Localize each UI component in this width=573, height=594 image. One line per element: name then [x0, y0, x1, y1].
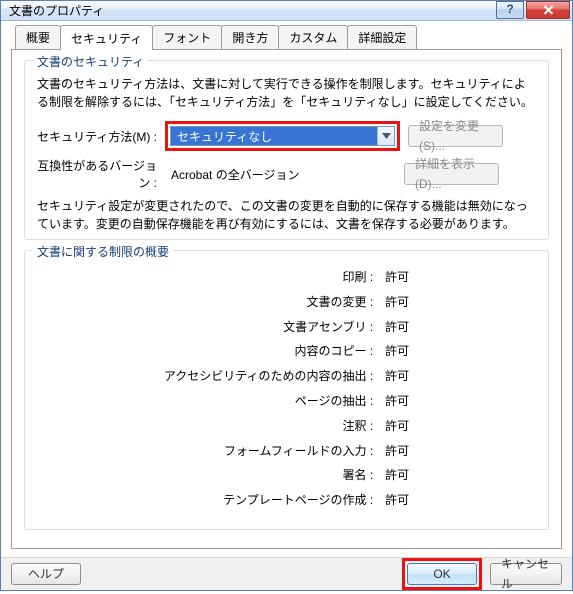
tabpage-security: 文書のセキュリティ 文書のセキュリティ方法は、文書に対して実行できる操作を制限し… — [11, 49, 562, 549]
group-restrictions-title: 文書に関する制限の概要 — [33, 243, 173, 260]
restriction-label: テンプレートページの作成 : — [158, 488, 379, 513]
dialog-footer: ヘルプ OK キャンセル — [1, 557, 572, 590]
security-note: セキュリティ設定が変更されたので、この文書の変更を自動的に保存する機能は無効にな… — [37, 197, 536, 233]
table-row: 印刷 : 許可 — [158, 265, 415, 290]
chevron-down-icon[interactable] — [377, 127, 394, 145]
restriction-label: 署名 : — [158, 463, 379, 488]
table-row: 署名 : 許可 — [158, 463, 415, 488]
dialog-window: 文書のプロパティ ? 概要 セキュリティ フォント 開き方 カスタム 詳細設定 … — [0, 0, 573, 591]
client-area: 概要 セキュリティ フォント 開き方 カスタム 詳細設定 文書のセキュリティ 文… — [1, 21, 572, 557]
close-icon[interactable] — [526, 1, 570, 19]
ok-highlight: OK — [402, 558, 482, 590]
restriction-value: 許可 — [379, 414, 415, 439]
restriction-label: 注釈 : — [158, 414, 379, 439]
table-row: 文書の変更 : 許可 — [158, 290, 415, 315]
security-method-highlight: セキュリティなし — [165, 121, 400, 151]
restriction-label: フォームフィールドの入力 : — [158, 439, 379, 464]
help-button[interactable]: ヘルプ — [11, 563, 81, 585]
compat-value: Acrobat の全バージョン — [165, 166, 396, 183]
tabstrip: 概要 セキュリティ フォント 開き方 カスタム 詳細設定 — [15, 27, 562, 49]
restriction-label: 内容のコピー : — [158, 339, 379, 364]
titlebar: 文書のプロパティ ? — [1, 1, 572, 21]
security-method-combobox[interactable]: セキュリティなし — [170, 126, 395, 146]
tab-summary[interactable]: 概要 — [15, 25, 61, 49]
restrictions-table: 印刷 : 許可 文書の変更 : 許可 文書アセンブリ : 許可 内容のコピー :… — [158, 265, 415, 513]
restriction-value: 許可 — [379, 315, 415, 340]
tab-open[interactable]: 開き方 — [221, 25, 279, 49]
restriction-value: 許可 — [379, 290, 415, 315]
group-document-security-title: 文書のセキュリティ — [33, 53, 148, 70]
restriction-label: 印刷 : — [158, 265, 379, 290]
restriction-value: 許可 — [379, 439, 415, 464]
restriction-value: 許可 — [379, 339, 415, 364]
ok-button[interactable]: OK — [407, 563, 477, 585]
show-details-button[interactable]: 詳細を表示(D)... — [404, 163, 499, 185]
security-description: 文書のセキュリティ方法は、文書に対して実行できる操作を制限します。セキュリティに… — [37, 75, 536, 111]
restriction-value: 許可 — [379, 488, 415, 513]
compat-label: 互換性があるバージョン : — [35, 157, 165, 191]
restriction-value: 許可 — [379, 364, 415, 389]
tab-font[interactable]: フォント — [152, 25, 222, 49]
restriction-label: 文書の変更 : — [158, 290, 379, 315]
table-row: 内容のコピー : 許可 — [158, 339, 415, 364]
titlebar-button-group: ? — [494, 2, 570, 20]
window-title: 文書のプロパティ — [9, 2, 104, 19]
table-row: フォームフィールドの入力 : 許可 — [158, 439, 415, 464]
group-document-security: 文書のセキュリティ 文書のセキュリティ方法は、文書に対して実行できる操作を制限し… — [24, 60, 549, 240]
restriction-value: 許可 — [379, 265, 415, 290]
tab-security[interactable]: セキュリティ — [60, 25, 153, 50]
tab-advanced[interactable]: 詳細設定 — [347, 25, 417, 49]
cancel-button[interactable]: キャンセル — [490, 563, 562, 585]
restriction-label: アクセシビリティのための内容の抽出 : — [158, 364, 379, 389]
table-row: 注釈 : 許可 — [158, 414, 415, 439]
change-settings-button[interactable]: 設定を変更(S)... — [408, 125, 503, 147]
group-restrictions: 文書に関する制限の概要 印刷 : 許可 文書の変更 : 許可 文書アセンブリ :… — [24, 250, 549, 530]
security-method-value: セキュリティなし — [171, 128, 377, 145]
table-row: テンプレートページの作成 : 許可 — [158, 488, 415, 513]
table-row: ページの抽出 : 許可 — [158, 389, 415, 414]
table-row: 文書アセンブリ : 許可 — [158, 315, 415, 340]
compat-row: 互換性があるバージョン : Acrobat の全バージョン 詳細を表示(D)..… — [35, 157, 538, 191]
restriction-value: 許可 — [379, 389, 415, 414]
titlebar-help-button[interactable]: ? — [496, 1, 524, 19]
restriction-label: 文書アセンブリ : — [158, 315, 379, 340]
tab-custom[interactable]: カスタム — [278, 25, 348, 49]
table-row: アクセシビリティのための内容の抽出 : 許可 — [158, 364, 415, 389]
security-method-row: セキュリティ方法(M) : セキュリティなし 設定を変更(S)... — [35, 121, 538, 151]
security-method-label: セキュリティ方法(M) : — [35, 128, 165, 145]
restriction-value: 許可 — [379, 463, 415, 488]
restriction-label: ページの抽出 : — [158, 389, 379, 414]
